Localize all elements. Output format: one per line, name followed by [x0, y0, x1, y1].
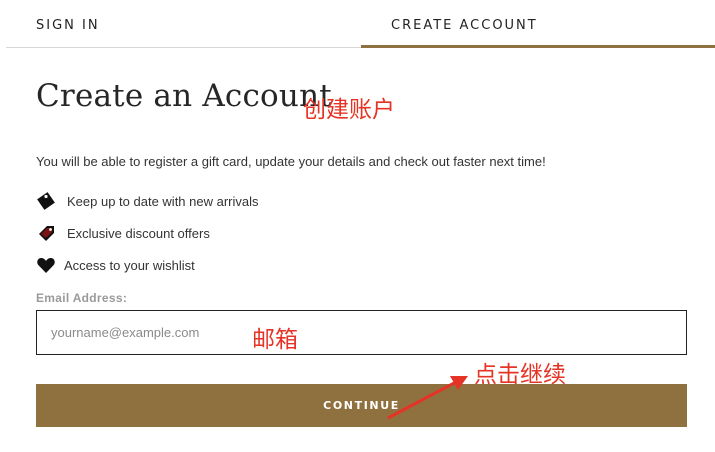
benefit-label: Exclusive discount offers [67, 225, 210, 241]
email-label: Email Address: [36, 291, 128, 305]
email-input[interactable] [36, 310, 687, 355]
annotation-create-account: 创建账户 [303, 97, 395, 123]
tab-sign-in[interactable]: SIGN IN [6, 0, 361, 48]
benefit-label: Access to your wishlist [64, 257, 195, 273]
discount-tag-icon [36, 223, 56, 243]
benefit-wishlist: Access to your wishlist [36, 255, 195, 275]
benefit-discount-offers: Exclusive discount offers [36, 223, 210, 243]
annotation-arrow [387, 376, 468, 420]
account-tabs: SIGN IN CREATE ACCOUNT [0, 0, 715, 48]
page-title: Create an Account [36, 78, 332, 114]
intro-text: You will be able to register a gift card… [36, 154, 546, 169]
benefit-new-arrivals: Keep up to date with new arrivals [36, 191, 259, 211]
tag-icon [36, 191, 56, 211]
heart-icon [36, 255, 56, 275]
tab-create-account[interactable]: CREATE ACCOUNT [361, 0, 715, 48]
annotation-email: 邮箱 [252, 327, 298, 353]
continue-button[interactable]: CONTINUE [36, 384, 687, 427]
benefit-label: Keep up to date with new arrivals [67, 193, 259, 209]
